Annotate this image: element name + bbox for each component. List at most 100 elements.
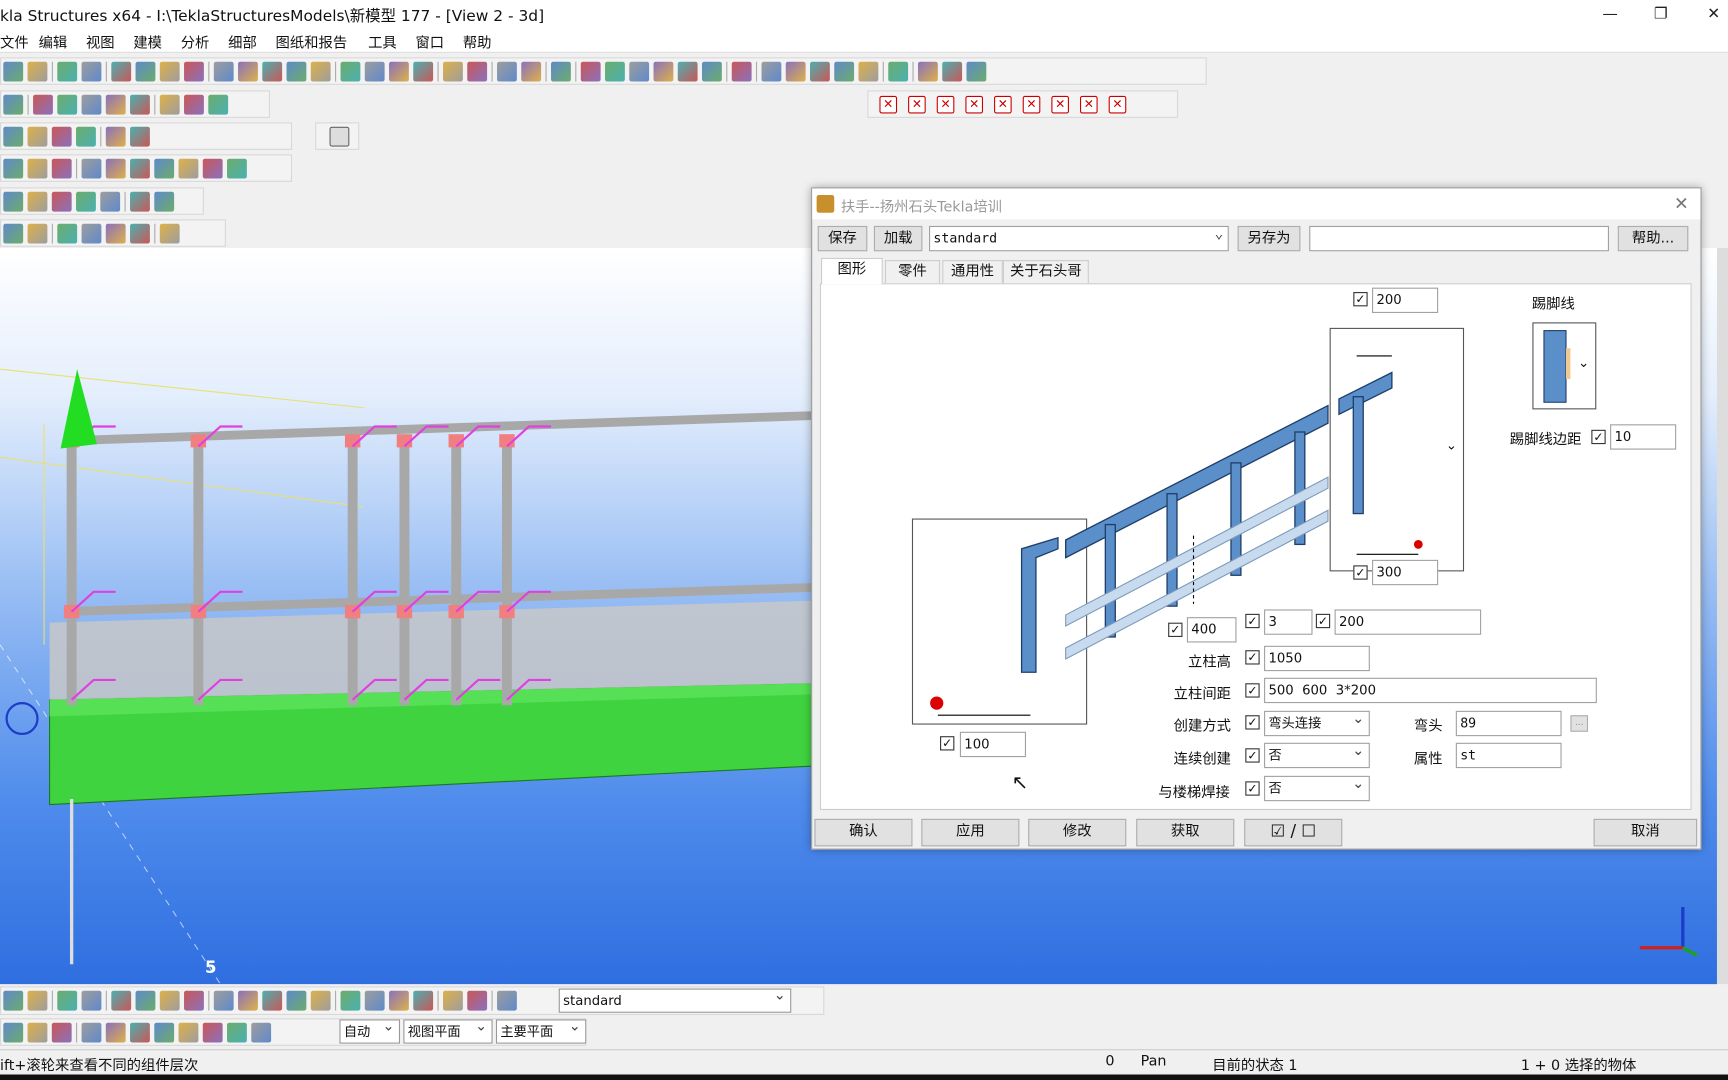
attribute-input[interactable]: st <box>1455 742 1562 769</box>
menu-edit[interactable]: 编辑 <box>39 31 68 52</box>
pad-icon[interactable] <box>51 158 72 178</box>
tab-general[interactable]: 通用性 <box>942 260 1003 284</box>
create-mode-checkbox[interactable]: ✓ <box>1245 715 1260 730</box>
model-icon[interactable] <box>761 61 782 81</box>
menu-analysis[interactable]: 分析 <box>181 31 210 52</box>
undo-icon[interactable] <box>57 990 78 1011</box>
get-button[interactable]: 获取 <box>1136 818 1235 847</box>
top-offset-checkbox[interactable]: ✓ <box>1353 292 1368 307</box>
slab-icon[interactable] <box>105 94 126 115</box>
select-icon[interactable] <box>310 61 331 81</box>
grid-icon[interactable] <box>497 990 517 1011</box>
surface-icon[interactable] <box>130 158 150 178</box>
menu-tools[interactable]: 工具 <box>368 31 397 52</box>
toggle-all-button[interactable]: ☑ / ☐ <box>1244 818 1343 847</box>
load-button[interactable]: 加载 <box>873 225 923 252</box>
rebar2-icon[interactable] <box>105 1022 126 1042</box>
apply-button[interactable]: 应用 <box>921 818 1020 847</box>
mesh-icon[interactable] <box>208 94 229 115</box>
snap7-icon[interactable] <box>154 191 175 212</box>
post-height-checkbox[interactable]: ✓ <box>1245 650 1260 665</box>
delete-x-icon[interactable]: ✕ <box>1108 95 1127 113</box>
render2-icon[interactable] <box>467 990 488 1011</box>
help-button[interactable]: 帮助... <box>1617 225 1689 252</box>
plane2-icon[interactable] <box>81 223 102 243</box>
rail-spacing-checkbox[interactable]: ✓ <box>1315 613 1331 629</box>
save-as-name-input[interactable] <box>1309 225 1609 252</box>
copy-icon[interactable] <box>111 990 132 1011</box>
rebar-icon[interactable] <box>81 158 102 178</box>
menu-drawings[interactable]: 图纸和报告 <box>276 31 348 52</box>
twin-icon[interactable] <box>76 126 96 147</box>
continuous-select[interactable]: 否 <box>1264 739 1370 769</box>
render-icon[interactable] <box>443 990 463 1011</box>
panel-icon[interactable] <box>130 94 150 115</box>
snap3-icon[interactable] <box>51 191 72 212</box>
save-icon[interactable] <box>27 61 48 81</box>
render2-icon[interactable] <box>467 61 488 81</box>
restore-button[interactable]: ❐ <box>1644 2 1677 26</box>
polybeam-icon[interactable] <box>81 94 102 115</box>
rebar-icon[interactable] <box>81 1022 102 1042</box>
snap6-icon[interactable] <box>130 191 150 212</box>
point5-icon[interactable] <box>701 61 722 81</box>
render-icon[interactable] <box>443 61 463 81</box>
copy-icon[interactable] <box>111 61 132 81</box>
delete-x-icon[interactable]: ✕ <box>994 95 1012 113</box>
snap-mode-select[interactable]: 自动 <box>339 1016 401 1044</box>
end-offset-input[interactable]: 300 <box>1372 559 1439 586</box>
elbow-browse-button[interactable]: ... <box>1570 715 1589 732</box>
save-icon[interactable] <box>27 990 48 1011</box>
chevron-down-icon[interactable]: ⌄ <box>1578 355 1589 370</box>
shape-icon[interactable] <box>3 223 24 243</box>
delete-x-icon[interactable]: ✕ <box>965 95 984 113</box>
surface-icon[interactable] <box>130 1022 150 1042</box>
snap4-icon[interactable] <box>76 191 96 212</box>
stair-icon[interactable] <box>3 158 24 178</box>
paste-icon[interactable] <box>135 61 156 81</box>
template-icon[interactable] <box>184 990 204 1011</box>
dwg2-icon[interactable] <box>364 990 385 1011</box>
view2-icon[interactable] <box>238 61 258 81</box>
dwg4-icon[interactable] <box>413 61 434 81</box>
more3-icon[interactable] <box>966 61 987 81</box>
plane-icon[interactable] <box>57 223 78 243</box>
bottom-gap-checkbox[interactable]: ✓ <box>1168 622 1183 637</box>
open-icon[interactable] <box>3 990 24 1011</box>
more-icon[interactable] <box>917 61 938 81</box>
post-height-input[interactable]: 1050 <box>1264 645 1370 672</box>
elbow-input[interactable]: 89 <box>1455 710 1562 737</box>
report-icon[interactable] <box>159 61 180 81</box>
snap5-icon[interactable] <box>100 191 121 212</box>
rail-count-checkbox[interactable]: ✓ <box>1245 613 1260 629</box>
model5-icon[interactable] <box>858 61 879 81</box>
weld-icon[interactable] <box>130 126 150 147</box>
modify-button[interactable]: 修改 <box>1028 818 1127 847</box>
delete-x-icon[interactable]: ✕ <box>1022 95 1041 113</box>
beam-icon[interactable] <box>57 94 78 115</box>
menu-help[interactable]: 帮助 <box>463 31 492 52</box>
save-as-button[interactable]: 另存为 <box>1237 225 1301 252</box>
close-button[interactable]: ✕ <box>1697 2 1728 26</box>
view-icon[interactable] <box>213 61 234 81</box>
vertical-scrollbar[interactable] <box>1716 247 1728 985</box>
delete-x-icon[interactable]: ✕ <box>1051 95 1069 113</box>
delete-x-icon[interactable]: ✕ <box>879 95 898 113</box>
group2-icon[interactable] <box>202 1022 223 1042</box>
group-icon[interactable] <box>178 158 199 178</box>
snap2-icon[interactable] <box>27 191 48 212</box>
rail-spacing-input[interactable]: 200 <box>1334 609 1482 635</box>
menu-window[interactable]: 窗口 <box>415 31 444 52</box>
kick-distance-checkbox[interactable]: ✓ <box>1591 429 1606 445</box>
snap-icon[interactable] <box>3 191 24 212</box>
plane4-icon[interactable] <box>130 223 150 243</box>
rebar2-icon[interactable] <box>105 158 126 178</box>
plate-icon[interactable] <box>251 1022 272 1042</box>
shape2-icon[interactable] <box>27 223 48 243</box>
post-spacing-checkbox[interactable]: ✓ <box>1245 683 1260 698</box>
bottom-gap-input[interactable]: 400 <box>1186 617 1237 643</box>
plate-icon[interactable] <box>3 94 24 115</box>
model2-icon[interactable] <box>785 61 806 81</box>
redo-icon[interactable] <box>81 61 102 81</box>
tab-about[interactable]: 关于石头哥 <box>1002 260 1089 284</box>
